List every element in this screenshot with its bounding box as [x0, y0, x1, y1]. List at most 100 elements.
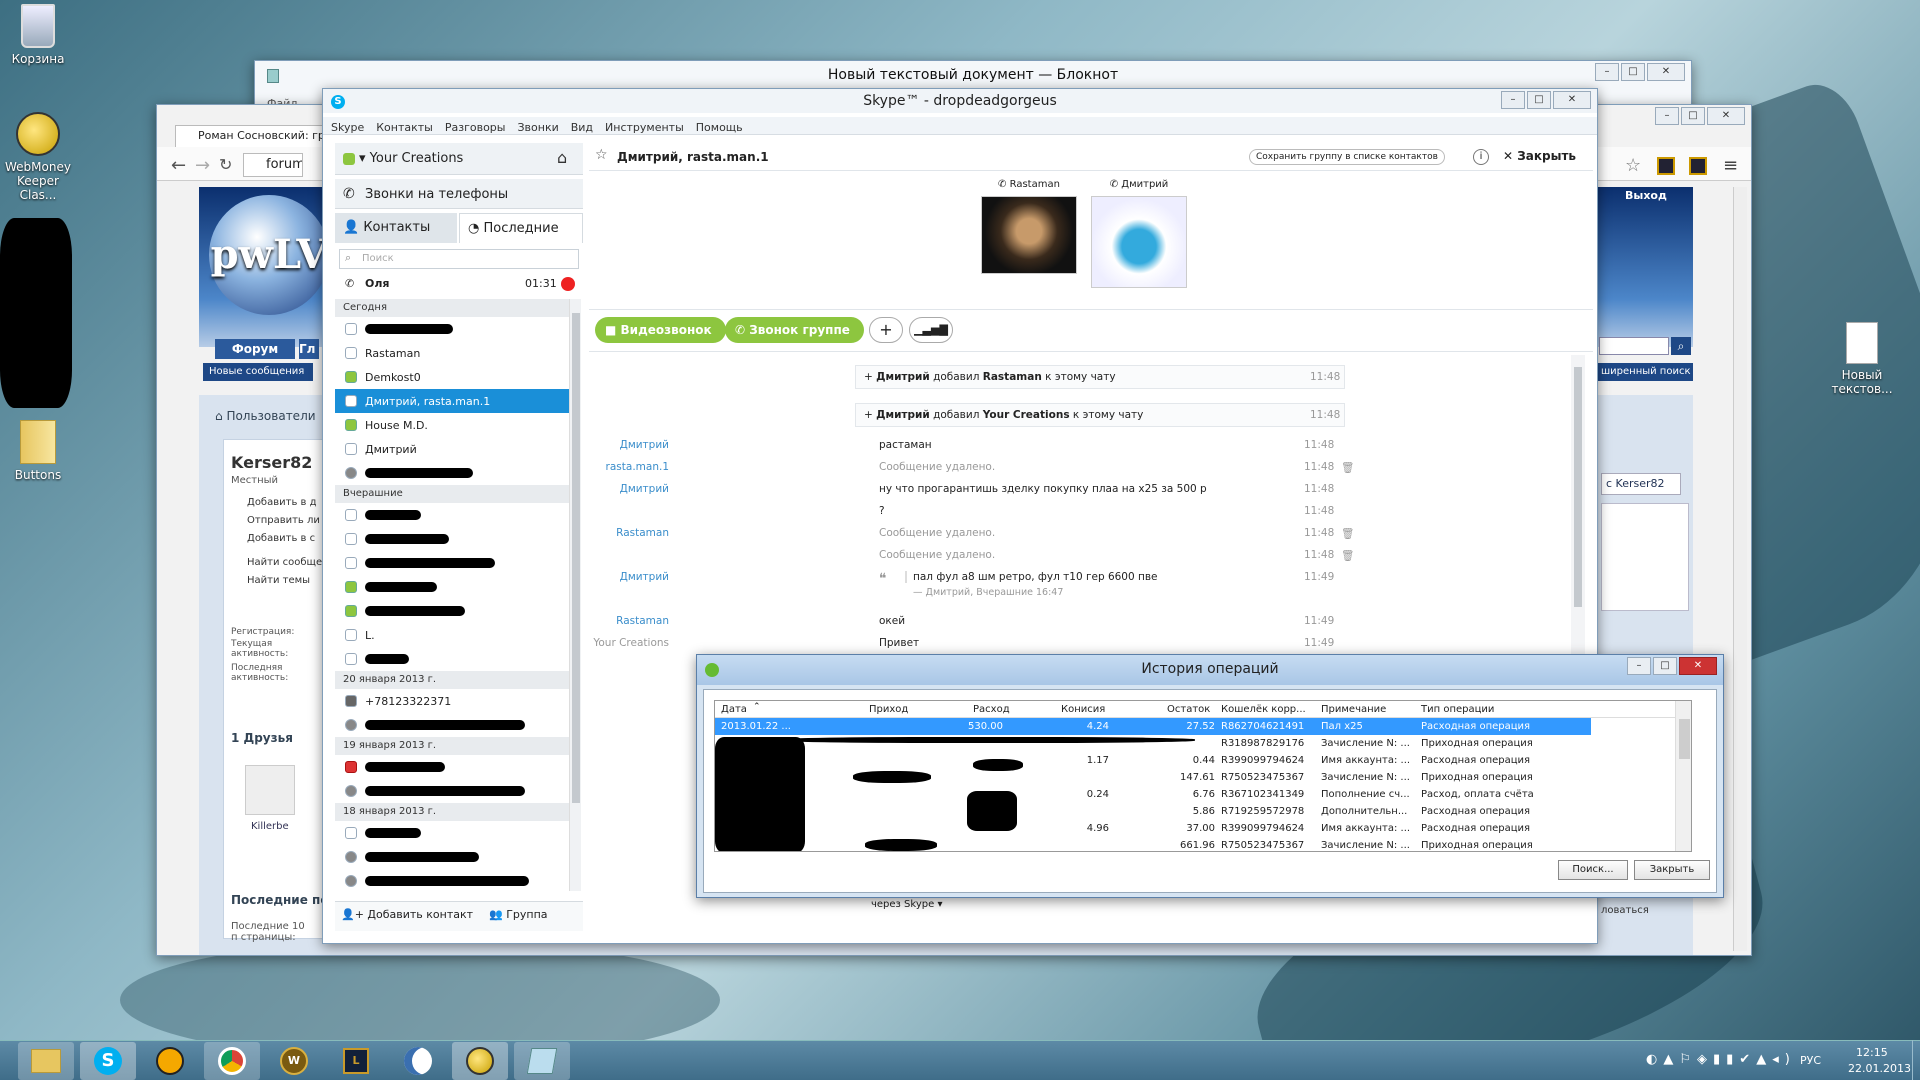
contact-item[interactable]: House M.D.: [335, 413, 569, 437]
chat-message-quote[interactable]: Дмитрий ❝ пал фул а8 шм ретро, фул т10 гер…: [589, 571, 1399, 607]
nav-forum[interactable]: Форум: [215, 339, 295, 359]
close-button[interactable]: ✕: [1553, 91, 1591, 109]
phone-calls-link[interactable]: ✆ Звонки на телефоны: [335, 179, 583, 209]
message-scrollbar[interactable]: [1571, 355, 1585, 655]
menu-view[interactable]: Вид: [571, 121, 593, 134]
tab-recent[interactable]: ◔ Последние: [459, 213, 583, 243]
group-button[interactable]: 👥 Группа: [489, 908, 548, 921]
contact-item[interactable]: Rastaman: [335, 341, 569, 365]
extension-icon[interactable]: [1657, 157, 1675, 175]
contact-item[interactable]: Дмитрий: [335, 437, 569, 461]
taskbar-webmoney[interactable]: [452, 1042, 508, 1080]
profile-action[interactable]: Добавить в с: [247, 533, 315, 544]
column-header[interactable]: Расход: [973, 701, 1010, 718]
taskbar-skype[interactable]: S: [80, 1042, 136, 1080]
chat-message[interactable]: Rastaman Сообщение удалено. 11:48 🗑: [589, 527, 1399, 549]
recycle-bin[interactable]: Корзина: [0, 4, 78, 66]
clock-time[interactable]: 12:15: [1856, 1046, 1888, 1059]
video-call-button[interactable]: ■ Видеозвонок: [595, 317, 726, 343]
menu-conversations[interactable]: Разговоры: [445, 121, 506, 134]
search-icon[interactable]: ⌕: [1671, 337, 1691, 355]
contact-item[interactable]: L.: [335, 623, 569, 647]
add-people-button[interactable]: +: [869, 317, 903, 343]
contact-item[interactable]: [335, 527, 569, 551]
contact-item[interactable]: [335, 755, 569, 779]
via-skype-dropdown[interactable]: через Skype ▾: [871, 899, 942, 910]
active-call-row[interactable]: ✆ Оля 01:31: [335, 273, 583, 295]
star-icon[interactable]: ☆: [1625, 155, 1641, 176]
close-button[interactable]: Закрыть: [1634, 860, 1710, 880]
minimize-button[interactable]: –: [1655, 107, 1679, 125]
chat-message[interactable]: ? 11:48: [589, 505, 1399, 527]
trash-icon[interactable]: 🗑: [1341, 527, 1354, 540]
chat-message[interactable]: Дмитрий растаман 11:48: [589, 439, 1399, 461]
column-header[interactable]: Приход: [869, 701, 908, 718]
close-button[interactable]: ✕: [1679, 657, 1717, 675]
column-header[interactable]: Кошелёк корр...: [1221, 701, 1306, 718]
table-row-selected[interactable]: 2013.01.22 ... 530.00 4.24 27.52 R8627046214…: [715, 718, 1591, 735]
contact-item[interactable]: [335, 461, 569, 485]
taskbar-app[interactable]: [142, 1042, 198, 1080]
contact-item[interactable]: [335, 551, 569, 575]
contact-item[interactable]: [335, 713, 569, 737]
save-group-button[interactable]: Сохранить группу в списке контактов: [1249, 149, 1445, 165]
breadcrumb[interactable]: ⌂ Пользователи: [215, 409, 316, 423]
taskbar-wow[interactable]: W: [266, 1042, 322, 1080]
extended-search-link[interactable]: ширенный поиск: [1597, 363, 1693, 381]
contact-item[interactable]: [335, 845, 569, 869]
tray-icons[interactable]: ◐▲⚐◈▮▮✔▲◂): [1646, 1052, 1796, 1067]
profile-action[interactable]: Отправить ли: [247, 515, 320, 526]
close-chat-button[interactable]: ✕ Закрыть: [1503, 149, 1576, 163]
chat-message[interactable]: Сообщение удалено. 11:48 🗑: [589, 549, 1399, 571]
close-button[interactable]: ✕: [1707, 107, 1745, 125]
chat-message[interactable]: rasta.man.1 Сообщение удалено. 11:48 🗑: [589, 461, 1399, 483]
minimize-button[interactable]: –: [1501, 91, 1525, 109]
friend-name[interactable]: Killerbe: [251, 821, 289, 832]
contact-list-scrollbar[interactable]: [569, 299, 581, 891]
column-header[interactable]: Остаток: [1167, 701, 1210, 718]
exit-link[interactable]: Выход: [1625, 189, 1667, 202]
maximize-button[interactable]: □: [1653, 657, 1677, 675]
scrollbar[interactable]: [1733, 187, 1747, 951]
history-window[interactable]: История операций – □ ✕ Дата ⌃ Приход Расхо…: [696, 654, 1724, 898]
hangup-icon[interactable]: [561, 277, 575, 291]
contact-item[interactable]: Demkost0: [335, 365, 569, 389]
profile-action[interactable]: Найти темы: [247, 575, 310, 586]
contact-item-selected[interactable]: Дмитрий, rasta.man.1: [335, 389, 569, 413]
contact-item[interactable]: [335, 599, 569, 623]
taskbar-explorer[interactable]: [18, 1042, 74, 1080]
new-text-file[interactable]: Новый текстов...: [1822, 322, 1902, 396]
favorite-star-icon[interactable]: ☆: [595, 147, 608, 163]
maximize-button[interactable]: □: [1621, 63, 1645, 81]
chat-message[interactable]: Дмитрий ну что прогарантишь зделку покупк…: [589, 483, 1399, 505]
taskbar-notepad[interactable]: [514, 1042, 570, 1080]
table-row[interactable]: 5.86 R719259572978 Дополнительн... Расходна…: [715, 803, 1591, 820]
contact-item[interactable]: [335, 647, 569, 671]
profile-action[interactable]: Найти сообще: [247, 557, 322, 568]
close-button[interactable]: ✕: [1647, 63, 1685, 81]
contact-item[interactable]: [335, 503, 569, 527]
contact-item[interactable]: [335, 317, 569, 341]
home-icon[interactable]: ⌂: [557, 148, 567, 167]
browser-tab[interactable]: Роман Сосновский: гр: [175, 125, 325, 147]
right-tab[interactable]: с Kerser82: [1601, 473, 1681, 495]
table-row[interactable]: 147.61 R750523475367 Зачисление N: ... Прих…: [715, 769, 1591, 786]
menu-calls[interactable]: Звонки: [517, 121, 558, 134]
tab-contacts[interactable]: 👤 Контакты: [335, 213, 457, 243]
contact-item[interactable]: [335, 869, 569, 893]
table-scrollbar[interactable]: [1675, 701, 1691, 851]
back-icon[interactable]: ←: [171, 155, 186, 176]
taskbar-chrome[interactable]: [204, 1042, 260, 1080]
trash-icon[interactable]: 🗑: [1341, 549, 1354, 562]
scrollbar-thumb[interactable]: [1574, 367, 1582, 607]
scrollbar-thumb[interactable]: [572, 313, 580, 803]
add-contact-button[interactable]: 👤+ Добавить контакт: [341, 908, 473, 921]
column-header[interactable]: Дата: [721, 701, 747, 718]
maximize-button[interactable]: □: [1681, 107, 1705, 125]
menu-skype[interactable]: Skype: [331, 121, 364, 134]
contact-item[interactable]: +78123322371: [335, 689, 569, 713]
new-messages-link[interactable]: Новые сообщения: [203, 363, 313, 381]
menu-help[interactable]: Помощь: [696, 121, 743, 134]
trash-icon[interactable]: 🗑: [1341, 461, 1354, 474]
taskbar-app2[interactable]: [390, 1042, 446, 1080]
